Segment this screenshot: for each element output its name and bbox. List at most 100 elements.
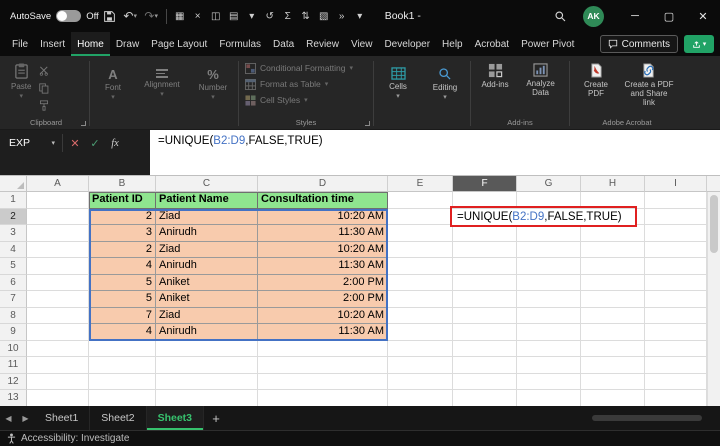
cell-D11[interactable] <box>258 357 388 374</box>
cancel-formula-icon[interactable]: ✕ <box>65 134 85 152</box>
row-header-2[interactable]: 2 <box>0 209 27 226</box>
cell-A2[interactable] <box>27 209 89 226</box>
cell-E4[interactable] <box>388 242 453 259</box>
cell-I5[interactable] <box>645 258 707 275</box>
cell-A1[interactable] <box>27 192 89 209</box>
cell-C11[interactable] <box>156 357 258 374</box>
cell-H5[interactable] <box>581 258 645 275</box>
row-header-10[interactable]: 10 <box>0 341 27 358</box>
user-avatar[interactable]: AK <box>583 6 604 27</box>
cell-H4[interactable] <box>581 242 645 259</box>
cell-C4[interactable]: Ziad <box>156 242 258 259</box>
autosave-toggle[interactable]: AutoSave Off <box>10 10 99 22</box>
row-header-3[interactable]: 3 <box>0 225 27 242</box>
cell-H11[interactable] <box>581 357 645 374</box>
cell-I4[interactable] <box>645 242 707 259</box>
ribbon-tab-page-layout[interactable]: Page Layout <box>145 32 213 56</box>
cell-B13[interactable] <box>89 390 156 406</box>
cell-C9[interactable]: Anirudh <box>156 324 258 341</box>
cell-I8[interactable] <box>645 308 707 325</box>
number-group-button[interactable]: % Number ▾ <box>192 65 234 101</box>
customize-qat-icon[interactable]: ▾ <box>351 5 369 27</box>
cell-I13[interactable] <box>645 390 707 406</box>
ribbon-tab-help[interactable]: Help <box>436 32 469 56</box>
ribbon-tab-insert[interactable]: Insert <box>34 32 71 56</box>
cell-F12[interactable] <box>453 374 517 391</box>
copy-icon[interactable] <box>37 82 51 95</box>
name-box[interactable]: EXP ▾ <box>0 134 60 152</box>
formula-input[interactable]: =UNIQUE(B2:D9,FALSE,TRUE) <box>150 130 720 175</box>
cell-D2[interactable]: 10:20 AM <box>258 209 388 226</box>
cell-F9[interactable] <box>453 324 517 341</box>
ribbon-tab-draw[interactable]: Draw <box>110 32 145 56</box>
cell-B2[interactable]: 2 <box>89 209 156 226</box>
cell-D8[interactable]: 10:20 AM <box>258 308 388 325</box>
alignment-group-button[interactable]: Alignment ▾ <box>138 66 186 98</box>
cell-D12[interactable] <box>258 374 388 391</box>
styles-dialog-launcher-icon[interactable] <box>365 121 370 126</box>
cell-E8[interactable] <box>388 308 453 325</box>
cell-E12[interactable] <box>388 374 453 391</box>
cell-D9[interactable]: 11:30 AM <box>258 324 388 341</box>
cell-A3[interactable] <box>27 225 89 242</box>
save-icon[interactable] <box>99 5 120 27</box>
search-icon[interactable] <box>550 5 571 27</box>
cell-B4[interactable]: 2 <box>89 242 156 259</box>
conditional-formatting-button[interactable]: Conditional Formatting▾ <box>243 60 369 76</box>
cell-C13[interactable] <box>156 390 258 406</box>
cell-E10[interactable] <box>388 341 453 358</box>
column-header-C[interactable]: C <box>156 176 258 192</box>
ribbon-tab-view[interactable]: View <box>345 32 379 56</box>
cell-C8[interactable]: Ziad <box>156 308 258 325</box>
ribbon-tab-file[interactable]: File <box>6 32 34 56</box>
cell-C5[interactable]: Anirudh <box>156 258 258 275</box>
cell-I6[interactable] <box>645 275 707 292</box>
cell-C10[interactable] <box>156 341 258 358</box>
fill-color-icon[interactable]: ▾ <box>243 5 261 27</box>
cell-I3[interactable] <box>645 225 707 242</box>
row-header-13[interactable]: 13 <box>0 390 27 406</box>
cell-D13[interactable] <box>258 390 388 406</box>
cell-E11[interactable] <box>388 357 453 374</box>
cell-F4[interactable] <box>453 242 517 259</box>
cell-A11[interactable] <box>27 357 89 374</box>
cell-G8[interactable] <box>517 308 581 325</box>
cell-G4[interactable] <box>517 242 581 259</box>
minimize-button[interactable]: ─ <box>618 0 652 32</box>
cell-B12[interactable] <box>89 374 156 391</box>
column-header-G[interactable]: G <box>517 176 581 192</box>
cell-D3[interactable]: 11:30 AM <box>258 225 388 242</box>
cut-icon[interactable] <box>37 64 51 77</box>
row-header-5[interactable]: 5 <box>0 258 27 275</box>
cell-C6[interactable]: Aniket <box>156 275 258 292</box>
undo-all-icon[interactable]: ↺ <box>261 5 279 27</box>
cell-I11[interactable] <box>645 357 707 374</box>
more-commands-icon[interactable]: » <box>333 5 351 27</box>
cell-H6[interactable] <box>581 275 645 292</box>
cell-I7[interactable] <box>645 291 707 308</box>
create-pdf-button[interactable]: Create PDF <box>576 60 616 116</box>
chart-icon[interactable]: ▧ <box>315 5 333 27</box>
cell-C2[interactable]: Ziad <box>156 209 258 226</box>
cell-A12[interactable] <box>27 374 89 391</box>
maximize-button[interactable]: ▢ <box>652 0 686 32</box>
sheet-tab-sheet3[interactable]: Sheet3 <box>147 406 204 430</box>
comments-button[interactable]: Comments <box>600 35 678 53</box>
ribbon-tab-acrobat[interactable]: Acrobat <box>469 32 515 56</box>
row-header-8[interactable]: 8 <box>0 308 27 325</box>
cell-G1[interactable] <box>517 192 581 209</box>
column-header-F[interactable]: F <box>453 176 517 192</box>
paste-special-icon[interactable]: ▦ <box>171 5 189 27</box>
create-pdf-share-link-button[interactable]: Create a PDF and Share link <box>620 60 678 116</box>
insert-function-icon[interactable]: fx <box>105 134 125 152</box>
cell-B7[interactable]: 5 <box>89 291 156 308</box>
delete-cells-icon[interactable]: × <box>189 5 207 27</box>
cell-F8[interactable] <box>453 308 517 325</box>
cell-B5[interactable]: 4 <box>89 258 156 275</box>
cell-C7[interactable]: Aniket <box>156 291 258 308</box>
cell-H12[interactable] <box>581 374 645 391</box>
cell-F13[interactable] <box>453 390 517 406</box>
cell-H8[interactable] <box>581 308 645 325</box>
column-header-H[interactable]: H <box>581 176 645 192</box>
cell-B3[interactable]: 3 <box>89 225 156 242</box>
